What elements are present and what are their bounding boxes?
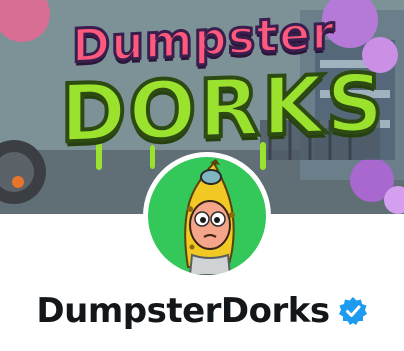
verified-badge-icon[interactable] [338,296,368,326]
profile-display-name: DumpsterDorks [36,291,330,331]
profile-avatar[interactable] [143,152,271,280]
avatar-character-icon [184,159,235,275]
banner-logo-subtitle: DORKS [58,54,388,162]
profile-name-row: DumpsterDorks [0,286,404,336]
avatar-image [148,157,266,275]
